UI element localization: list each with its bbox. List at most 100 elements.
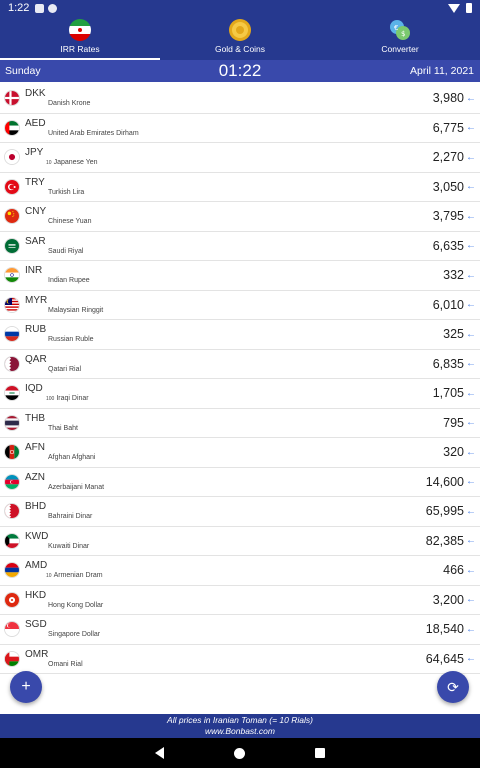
currency-name: Indian Rupee: [48, 277, 90, 285]
tab-converter[interactable]: € $ Converter: [320, 16, 480, 60]
currency-value: 795: [443, 415, 464, 430]
notification-icon: [48, 3, 58, 13]
currency-code: SGD: [25, 619, 47, 631]
currency-value: 82,385: [425, 533, 464, 548]
currency-code: JPY: [25, 147, 44, 159]
home-icon[interactable]: [234, 747, 245, 759]
tab-irr-rates[interactable]: IRR Rates: [0, 16, 160, 60]
arrow-left-icon: ←: [466, 387, 476, 399]
currency-code: INR: [25, 265, 43, 277]
date-bar: Sunday 01:22 April 11, 2021: [0, 60, 480, 82]
currency-code: BHD: [25, 501, 47, 513]
currency-name: Kuwaiti Dinar: [48, 542, 90, 550]
currency-code: DKK: [25, 88, 46, 100]
currency-value: 3,050: [432, 179, 464, 194]
currency-code: OMR: [25, 648, 49, 660]
list-item[interactable]: BHD Bahraini Dinar 65,995 ←: [0, 497, 480, 527]
arrow-left-icon: ←: [466, 151, 476, 163]
list-item[interactable]: KWD Kuwaiti Dinar 82,385 ←: [0, 527, 480, 556]
list-item[interactable]: INR Indian Rupee 332 ←: [0, 261, 480, 291]
currency-code: IQD: [25, 383, 43, 395]
currency-value: 332: [443, 268, 464, 283]
arrow-left-icon: ←: [466, 210, 476, 222]
currency-name: Armenian Dram: [53, 572, 103, 580]
arrow-left-icon: ←: [466, 623, 476, 635]
currency-exchange-icon: € $: [390, 20, 410, 40]
currency-value: 1,705: [432, 386, 464, 401]
currency-code: QAR: [25, 353, 47, 365]
list-item[interactable]: QAR Qatari Rial 6,835 ←: [0, 350, 480, 379]
arrow-left-icon: ←: [466, 417, 476, 429]
currency-name: Russian Ruble: [48, 336, 94, 344]
sim-icon: [35, 3, 45, 13]
currency-value: 3,795: [432, 209, 464, 224]
qatar-flag-icon: [4, 355, 20, 372]
currency-value: 64,645: [425, 651, 464, 666]
japan-flag-icon: [4, 149, 20, 166]
currency-code: RUB: [25, 324, 47, 336]
arrow-left-icon: ←: [466, 299, 476, 311]
list-item[interactable]: IQD 100 Iraqi Dinar 1,705 ←: [0, 379, 480, 409]
list-item[interactable]: AMD 10 Armenian Dram 466 ←: [0, 556, 480, 586]
currency-name: Thai Baht: [48, 424, 78, 432]
list-item[interactable]: RUB Russian Ruble 325 ←: [0, 320, 480, 350]
recent-apps-icon[interactable]: [315, 748, 325, 758]
tab-label: Gold & Coins: [214, 44, 266, 54]
back-icon[interactable]: [155, 747, 164, 759]
arrow-left-icon: ←: [466, 594, 476, 606]
tab-gold-coins[interactable]: Gold & Coins: [160, 16, 320, 60]
currency-code: KWD: [25, 530, 49, 542]
list-item[interactable]: DKK Danish Krone 3,980 ←: [0, 84, 480, 114]
currency-value: 320: [443, 445, 464, 460]
day-label: Sunday: [5, 65, 41, 77]
currency-code: HKD: [25, 589, 47, 601]
russia-flag-icon: [4, 326, 20, 343]
list-item[interactable]: TRY Turkish Lira 3,050 ←: [0, 173, 480, 202]
tab-label: IRR Rates: [60, 44, 100, 54]
currency-name: Iraqi Dinar: [56, 395, 89, 403]
saudi-flag-icon: [4, 237, 20, 254]
list-item[interactable]: SAR Saudi Riyal 6,635 ←: [0, 232, 480, 261]
currency-name: Chinese Yuan: [48, 218, 92, 226]
arrow-left-icon: ←: [466, 446, 476, 458]
status-bar: 1:22: [0, 0, 480, 16]
list-item[interactable]: JPY 10 Japanese Yen 2,270 ←: [0, 143, 480, 173]
rates-list[interactable]: DKK Danish Krone 3,980 ← AED United Arab E…: [0, 84, 480, 714]
iraq-flag-icon: [4, 385, 20, 402]
singapore-flag-icon: [4, 621, 20, 638]
footer-website[interactable]: www.Bonbast.com: [0, 726, 480, 737]
india-flag-icon: [4, 267, 20, 284]
list-item[interactable]: SGD Singapore Dollar 18,540 ←: [0, 615, 480, 645]
arrow-left-icon: ←: [466, 269, 476, 281]
currency-name: Qatari Rial: [48, 365, 82, 373]
list-item[interactable]: THB Thai Baht 795 ←: [0, 409, 480, 438]
azerbaijan-flag-icon: [4, 473, 20, 490]
list-item[interactable]: HKD Hong Kong Dollar 3,200 ←: [0, 586, 480, 615]
list-item[interactable]: AED United Arab Emirates Dirham 6,775 ←: [0, 114, 480, 143]
currency-name: Azerbaijani Manat: [48, 483, 105, 491]
tab-bar: IRR Rates Gold & Coins € $ Converter: [0, 16, 480, 60]
arrow-left-icon: ←: [466, 328, 476, 340]
malaysia-flag-icon: [4, 296, 20, 313]
thailand-flag-icon: [4, 414, 20, 431]
svg-text:€: €: [394, 24, 398, 32]
currency-value: 3,980: [432, 91, 464, 106]
china-flag-icon: [4, 208, 20, 225]
afghanistan-flag-icon: [4, 444, 20, 461]
list-item[interactable]: AFN Afghan Afghani 320 ←: [0, 438, 480, 468]
list-item[interactable]: CNY Chinese Yuan 3,795 ←: [0, 202, 480, 232]
currency-code: MYR: [25, 294, 48, 306]
tab-label: Converter: [381, 44, 419, 54]
currency-name: Singapore Dollar: [48, 631, 101, 639]
svg-text:$: $: [401, 30, 405, 38]
currency-name: Danish Krone: [48, 100, 91, 108]
add-currency-button[interactable]: +: [10, 671, 42, 703]
refresh-button[interactable]: ⟳: [437, 671, 469, 703]
list-item[interactable]: OMR Omani Rial 64,645 ←: [0, 645, 480, 674]
arrow-left-icon: ←: [466, 122, 476, 134]
currency-value: 466: [443, 563, 464, 578]
currency-name: Hong Kong Dollar: [48, 601, 104, 609]
currency-multiplier: 10: [46, 160, 52, 167]
list-item[interactable]: MYR Malaysian Ringgit 6,010 ←: [0, 291, 480, 320]
list-item[interactable]: AZN Azerbaijani Manat 14,600 ←: [0, 468, 480, 497]
